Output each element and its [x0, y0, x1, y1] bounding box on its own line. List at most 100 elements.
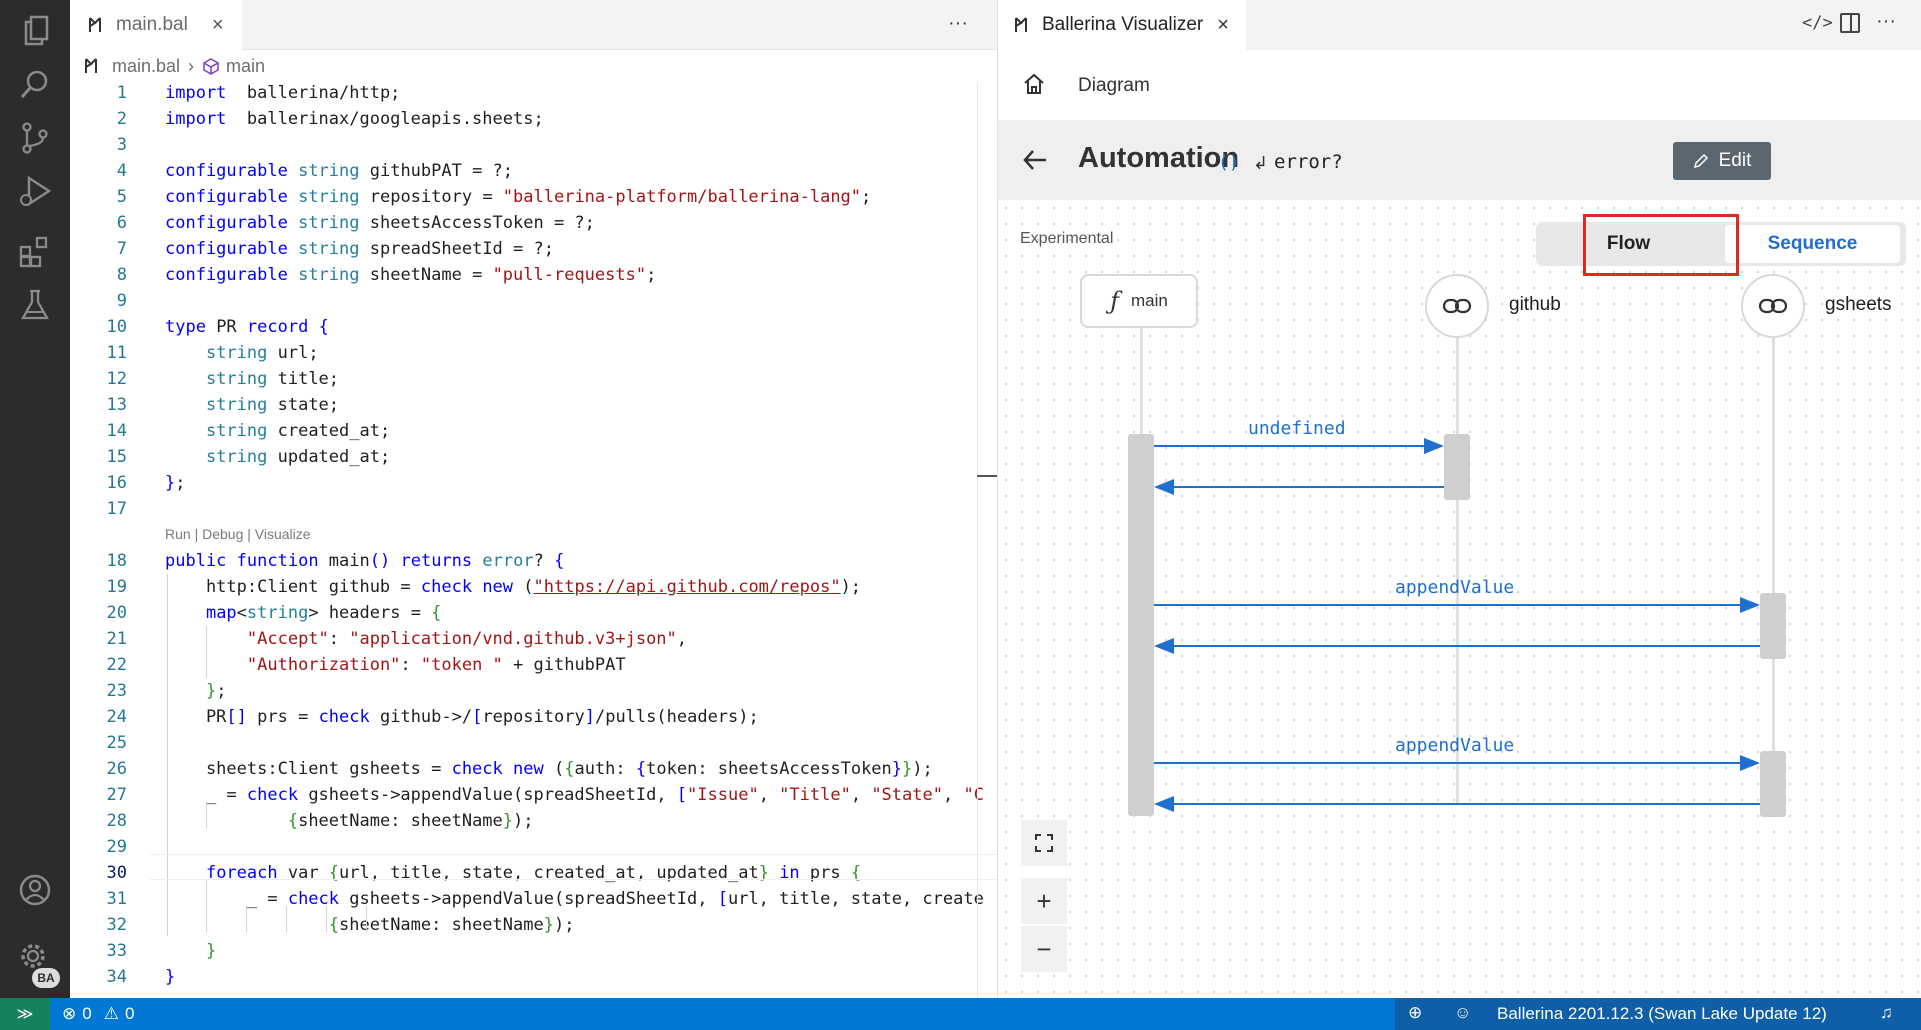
code-token: {	[287, 811, 299, 831]
code-token: [	[676, 785, 688, 805]
diagram-canvas[interactable]: Experimental Flow Sequence ƒ main github…	[998, 200, 1921, 998]
code-line[interactable]: 11 string url;	[70, 340, 997, 366]
code-line[interactable]: 20 map<string> headers = {	[70, 600, 997, 626]
code-line[interactable]: 24 PR[] prs = check github->/[repository…	[70, 704, 997, 730]
close-tab-icon[interactable]: ×	[212, 14, 224, 37]
status-bar: ≫ ⊗ 0 ⚠ 0 ⊕ ☺ Ballerina 2201.12.3 (Swan La…	[0, 998, 1921, 1030]
code-token: updated_at;	[267, 447, 391, 467]
breadcrumb-symbol[interactable]: main	[226, 56, 265, 77]
codelens[interactable]: Run | Debug | Visualize	[165, 526, 311, 542]
zoom-icon[interactable]: ⊕	[1408, 1003, 1422, 1023]
code-line[interactable]: 23 };	[70, 678, 997, 704]
code-text: string url;	[165, 340, 319, 366]
code-token: auth:	[574, 759, 636, 779]
code-token: {	[318, 317, 329, 337]
line-number: 13	[106, 395, 127, 415]
code-text: type PR record {	[165, 314, 329, 340]
code-token: configurable	[165, 213, 288, 233]
edit-button[interactable]: Edit	[1673, 142, 1771, 180]
extensions-icon[interactable]	[17, 233, 53, 269]
code-line[interactable]: 5 configurable string repository = "balle…	[70, 184, 997, 210]
code-line[interactable]: 7 configurable string spreadSheetId = ?;	[70, 236, 997, 262]
remote-indicator-icon[interactable]: ≫	[0, 998, 50, 1030]
tab-main-bal[interactable]: main.bal ×	[70, 0, 242, 50]
code-line[interactable]: 14 string created_at;	[70, 418, 997, 444]
function-title-bar: Automation () ↲ error? Edit	[998, 120, 1921, 200]
code-line[interactable]: 26 sheets:Client gsheets = check new ({a…	[70, 756, 997, 782]
code-text: configurable string sheetsAccessToken = …	[165, 210, 595, 236]
line-number: 31	[106, 889, 127, 909]
close-tab-icon[interactable]: ×	[1217, 14, 1229, 37]
split-editor-icon[interactable]	[1840, 13, 1860, 33]
code-token: created_at;	[267, 421, 391, 441]
line-number: 8	[116, 265, 127, 285]
code-token: check	[318, 707, 370, 727]
code-token: []	[226, 707, 247, 727]
code-line[interactable]: 19 http:Client github = check new ("http…	[70, 574, 997, 600]
breadcrumb: main.bal › main	[70, 52, 997, 80]
code-line[interactable]: 25	[70, 730, 997, 756]
code-line[interactable]: 31 _ = check gsheets->appendValue(spread…	[70, 886, 997, 912]
code-line[interactable]: 1 import ballerina/http;	[70, 80, 997, 106]
code-line[interactable]: 8 configurable string sheetName = "pull-r…	[70, 262, 997, 288]
code-line[interactable]: 18 public function main() returns error? …	[70, 548, 997, 574]
copilot-icon[interactable]: ☺	[1454, 1003, 1471, 1023]
account-icon[interactable]	[17, 872, 53, 908]
code-line[interactable]: 10 type PR record {	[70, 314, 997, 340]
code-line[interactable]: 16};	[70, 470, 997, 496]
testing-icon[interactable]	[17, 287, 53, 323]
code-token: PR	[205, 317, 247, 337]
code-line[interactable]: 33 }	[70, 938, 997, 964]
problems-indicator[interactable]: ⊗ 0 ⚠ 0	[62, 1004, 134, 1024]
files-icon[interactable]	[17, 14, 53, 50]
code-token: returns	[400, 551, 473, 571]
tab-ballerina-visualizer[interactable]: Ballerina Visualizer ×	[998, 0, 1246, 50]
code-text: string updated_at;	[165, 444, 390, 470]
code-line[interactable]: 21 "Accept": "application/vnd.github.v3+…	[70, 626, 997, 652]
code-line[interactable]: 4 configurable string githubPAT = ?;	[70, 158, 997, 184]
line-number: 33	[106, 941, 127, 961]
code-line[interactable]: 28 {sheetName: sheetName});	[70, 808, 997, 834]
code-line[interactable]: 13 string state;	[70, 392, 997, 418]
code-token: [	[717, 889, 728, 909]
open-source-code-icon[interactable]: </>	[1802, 13, 1833, 33]
notifications-bell-icon[interactable]: ♫	[1880, 1003, 1893, 1023]
code-token: {	[328, 915, 340, 935]
more-actions-icon[interactable]: ···	[1876, 10, 1896, 33]
code-line[interactable]: 17	[70, 496, 997, 522]
code-token: github->/	[369, 707, 473, 727]
code-line[interactable]: 27 _ = check gsheets->appendValue(spread…	[70, 782, 997, 808]
code-text: public function main() returns error? {	[165, 548, 564, 574]
code-line[interactable]: 3	[70, 132, 997, 158]
code-token: /pulls(	[594, 707, 667, 727]
line-number: 17	[106, 499, 127, 519]
line-number: 5	[116, 187, 127, 207]
code-line[interactable]: 12 string title;	[70, 366, 997, 392]
fit-to-screen-button[interactable]	[1021, 820, 1067, 866]
breadcrumb-file[interactable]: main.bal	[112, 56, 180, 77]
code-token: <	[236, 603, 247, 623]
source-control-icon[interactable]	[17, 120, 53, 156]
search-icon[interactable]	[17, 67, 53, 103]
editor-more-actions-icon[interactable]: ···	[948, 12, 968, 35]
code-line[interactable]: 2 import ballerinax/googleapis.sheets;	[70, 106, 997, 132]
code-token: }	[165, 967, 176, 987]
zoom-in-button[interactable]: +	[1021, 878, 1067, 924]
home-icon[interactable]	[1022, 72, 1046, 96]
tab-title: main.bal	[116, 14, 188, 35]
ballerina-version[interactable]: Ballerina 2201.12.3 (Swan Lake Update 12…	[1497, 1004, 1827, 1024]
scrollbar-track[interactable]	[977, 82, 978, 998]
code-line[interactable]: 34}	[70, 964, 997, 990]
code-line[interactable]: 32 {sheetName: sheetName});	[70, 912, 997, 938]
run-debug-icon[interactable]	[17, 173, 53, 209]
code-line[interactable]: 15 string updated_at;	[70, 444, 997, 470]
code-line[interactable]: 6 configurable string sheetsAccessToken =…	[70, 210, 997, 236]
back-arrow-icon[interactable]	[1022, 148, 1048, 172]
zoom-out-button[interactable]: −	[1021, 926, 1067, 972]
code-token: sheetName: sheetName	[339, 915, 544, 935]
code-line[interactable]: 9	[70, 288, 997, 314]
code-token: repository	[482, 707, 585, 727]
code-line[interactable]: 22 "Authorization": "token " + githubPAT	[70, 652, 997, 678]
